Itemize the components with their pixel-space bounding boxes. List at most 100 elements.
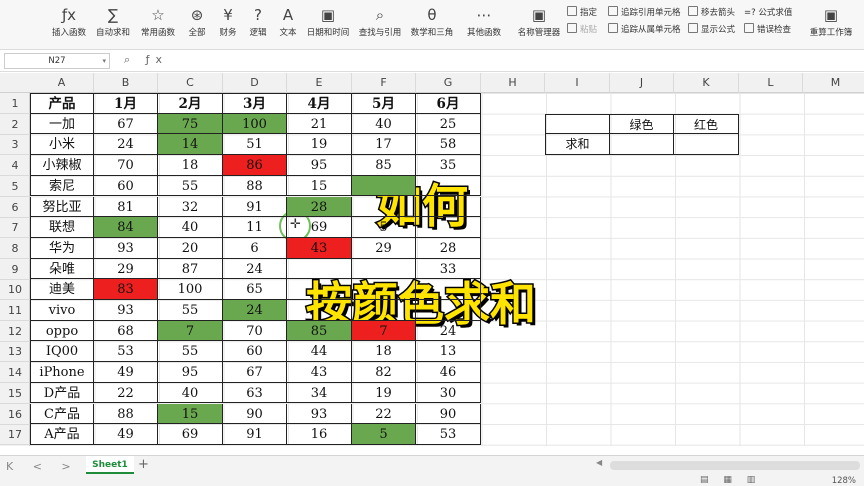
- table-cell[interactable]: 63: [223, 382, 287, 404]
- table-cell[interactable]: 24: [223, 300, 287, 321]
- insert-function-button[interactable]: ƒx 插入函数: [50, 4, 88, 46]
- summary-red-sum[interactable]: [674, 134, 739, 156]
- table-cell[interactable]: 81: [94, 196, 158, 218]
- table-cell[interactable]: 33: [416, 258, 481, 280]
- table-cell[interactable]: 小米: [30, 134, 94, 156]
- table-cell[interactable]: A产品: [30, 424, 94, 445]
- row-header-16[interactable]: 16: [0, 404, 30, 425]
- column-header-e[interactable]: E: [287, 73, 352, 93]
- table-cell[interactable]: 25: [416, 113, 481, 135]
- table-cell[interactable]: [287, 300, 352, 321]
- table-cell[interactable]: 67: [223, 362, 287, 383]
- table-cell[interactable]: 40: [158, 217, 223, 238]
- add-sheet-button[interactable]: +: [138, 456, 149, 474]
- table-cell[interactable]: 华为: [30, 237, 94, 259]
- table-cell[interactable]: 28: [416, 237, 481, 259]
- row-header-7[interactable]: 7: [0, 217, 30, 239]
- summary-red-label[interactable]: 红色: [674, 113, 739, 135]
- remove-arrows-button[interactable]: 移去箭头: [688, 5, 735, 21]
- column-header-g[interactable]: G: [416, 73, 481, 93]
- table-cell[interactable]: 22: [352, 403, 416, 425]
- table-cell[interactable]: 93: [287, 403, 352, 425]
- table-cell[interactable]: oppo: [30, 320, 94, 342]
- table-cell[interactable]: 35: [416, 155, 481, 176]
- summary-corner-cell[interactable]: [545, 113, 610, 135]
- table-cell[interactable]: 24: [416, 320, 481, 342]
- finance-button[interactable]: ¥ 财务: [214, 4, 242, 46]
- column-header-l[interactable]: L: [739, 73, 803, 93]
- table-cell[interactable]: [352, 258, 416, 280]
- table-cell[interactable]: 75: [158, 113, 223, 135]
- logic-button[interactable]: ? 逻辑: [244, 4, 272, 46]
- table-cell[interactable]: [352, 175, 416, 197]
- table-cell[interactable]: 43: [287, 362, 352, 383]
- horizontal-scrollbar[interactable]: [610, 461, 860, 470]
- table-cell[interactable]: 14: [158, 134, 223, 156]
- row-header-6[interactable]: 6: [0, 197, 30, 218]
- table-cell[interactable]: 70: [223, 320, 287, 342]
- row-header-2[interactable]: 2: [0, 114, 30, 135]
- table-cell[interactable]: 53: [416, 424, 481, 445]
- table-cell[interactable]: 93: [94, 300, 158, 321]
- zoom-level[interactable]: 128%: [832, 476, 856, 486]
- row-header-10[interactable]: 10: [0, 279, 30, 301]
- formula-eval-button[interactable]: =? 公式求值: [744, 5, 792, 21]
- table-cell[interactable]: 13: [416, 341, 481, 363]
- trace-dependents-button[interactable]: 追踪从属单元格: [608, 22, 681, 38]
- table-cell[interactable]: 60: [94, 175, 158, 197]
- table-cell[interactable]: 49: [94, 424, 158, 445]
- table-cell[interactable]: 40: [158, 382, 223, 404]
- table-cell[interactable]: 29: [352, 237, 416, 259]
- table-cell[interactable]: 24: [223, 258, 287, 280]
- table-cell[interactable]: 17: [352, 134, 416, 156]
- table-cell[interactable]: 65: [223, 279, 287, 300]
- table-cell[interactable]: [287, 279, 352, 300]
- row-header-14[interactable]: 14: [0, 362, 30, 384]
- table-header-cell[interactable]: 3月: [223, 93, 287, 114]
- table-cell[interactable]: 15: [158, 403, 223, 425]
- table-cell[interactable]: 69: [158, 424, 223, 445]
- common-functions-button[interactable]: ☆ 常用函数: [137, 4, 179, 46]
- name-manager-button[interactable]: ▣ 名称管理器: [514, 4, 564, 46]
- table-cell[interactable]: 90: [416, 403, 481, 425]
- table-cell[interactable]: 迪美: [30, 279, 94, 300]
- recalc-button[interactable]: ▣ 重算工作簿: [806, 4, 856, 46]
- trace-precedents-button[interactable]: 追踪引用单元格: [608, 5, 681, 21]
- table-cell[interactable]: 68: [94, 320, 158, 342]
- table-cell[interactable]: 21: [287, 113, 352, 135]
- view-mode-icons[interactable]: ▤ ▦ ▥: [700, 475, 761, 485]
- other-functions-button[interactable]: ⋯ 其他函数: [460, 4, 508, 46]
- table-header-cell[interactable]: 产品: [30, 93, 94, 114]
- table-cell[interactable]: 46: [416, 362, 481, 383]
- table-cell[interactable]: 15: [287, 175, 352, 197]
- table-cell[interactable]: 91: [223, 424, 287, 445]
- table-cell[interactable]: 6: [223, 237, 287, 259]
- table-cell[interactable]: 5: [352, 217, 416, 238]
- table-cell[interactable]: [416, 196, 481, 218]
- column-header-b[interactable]: B: [94, 73, 158, 93]
- table-cell[interactable]: 28: [287, 196, 352, 218]
- table-cell[interactable]: [352, 196, 416, 218]
- table-cell[interactable]: 20: [158, 237, 223, 259]
- table-cell[interactable]: 联想: [30, 217, 94, 238]
- column-header-h[interactable]: H: [481, 73, 545, 93]
- table-cell[interactable]: 40: [352, 113, 416, 135]
- table-cell[interactable]: 55: [158, 341, 223, 363]
- all-functions-button[interactable]: ⊛ 全部: [183, 4, 211, 46]
- table-cell[interactable]: 91: [223, 196, 287, 218]
- autosum-button[interactable]: ∑ 自动求和: [92, 4, 134, 46]
- define-button[interactable]: 指定: [567, 5, 597, 21]
- scroll-left-icon[interactable]: ◀: [596, 458, 602, 467]
- table-cell[interactable]: 88: [94, 403, 158, 425]
- column-header-i[interactable]: I: [545, 73, 610, 93]
- table-cell[interactable]: 18: [158, 155, 223, 176]
- table-cell[interactable]: 100: [223, 113, 287, 135]
- column-header-m[interactable]: M: [803, 73, 864, 93]
- column-header-f[interactable]: F: [352, 73, 416, 93]
- summary-green-label[interactable]: 绿色: [610, 113, 674, 135]
- table-cell[interactable]: [287, 258, 352, 280]
- table-cell[interactable]: 19: [352, 382, 416, 404]
- show-formula-button[interactable]: 显示公式: [688, 22, 735, 38]
- row-header-4[interactable]: 4: [0, 155, 30, 177]
- table-cell[interactable]: 93: [94, 237, 158, 259]
